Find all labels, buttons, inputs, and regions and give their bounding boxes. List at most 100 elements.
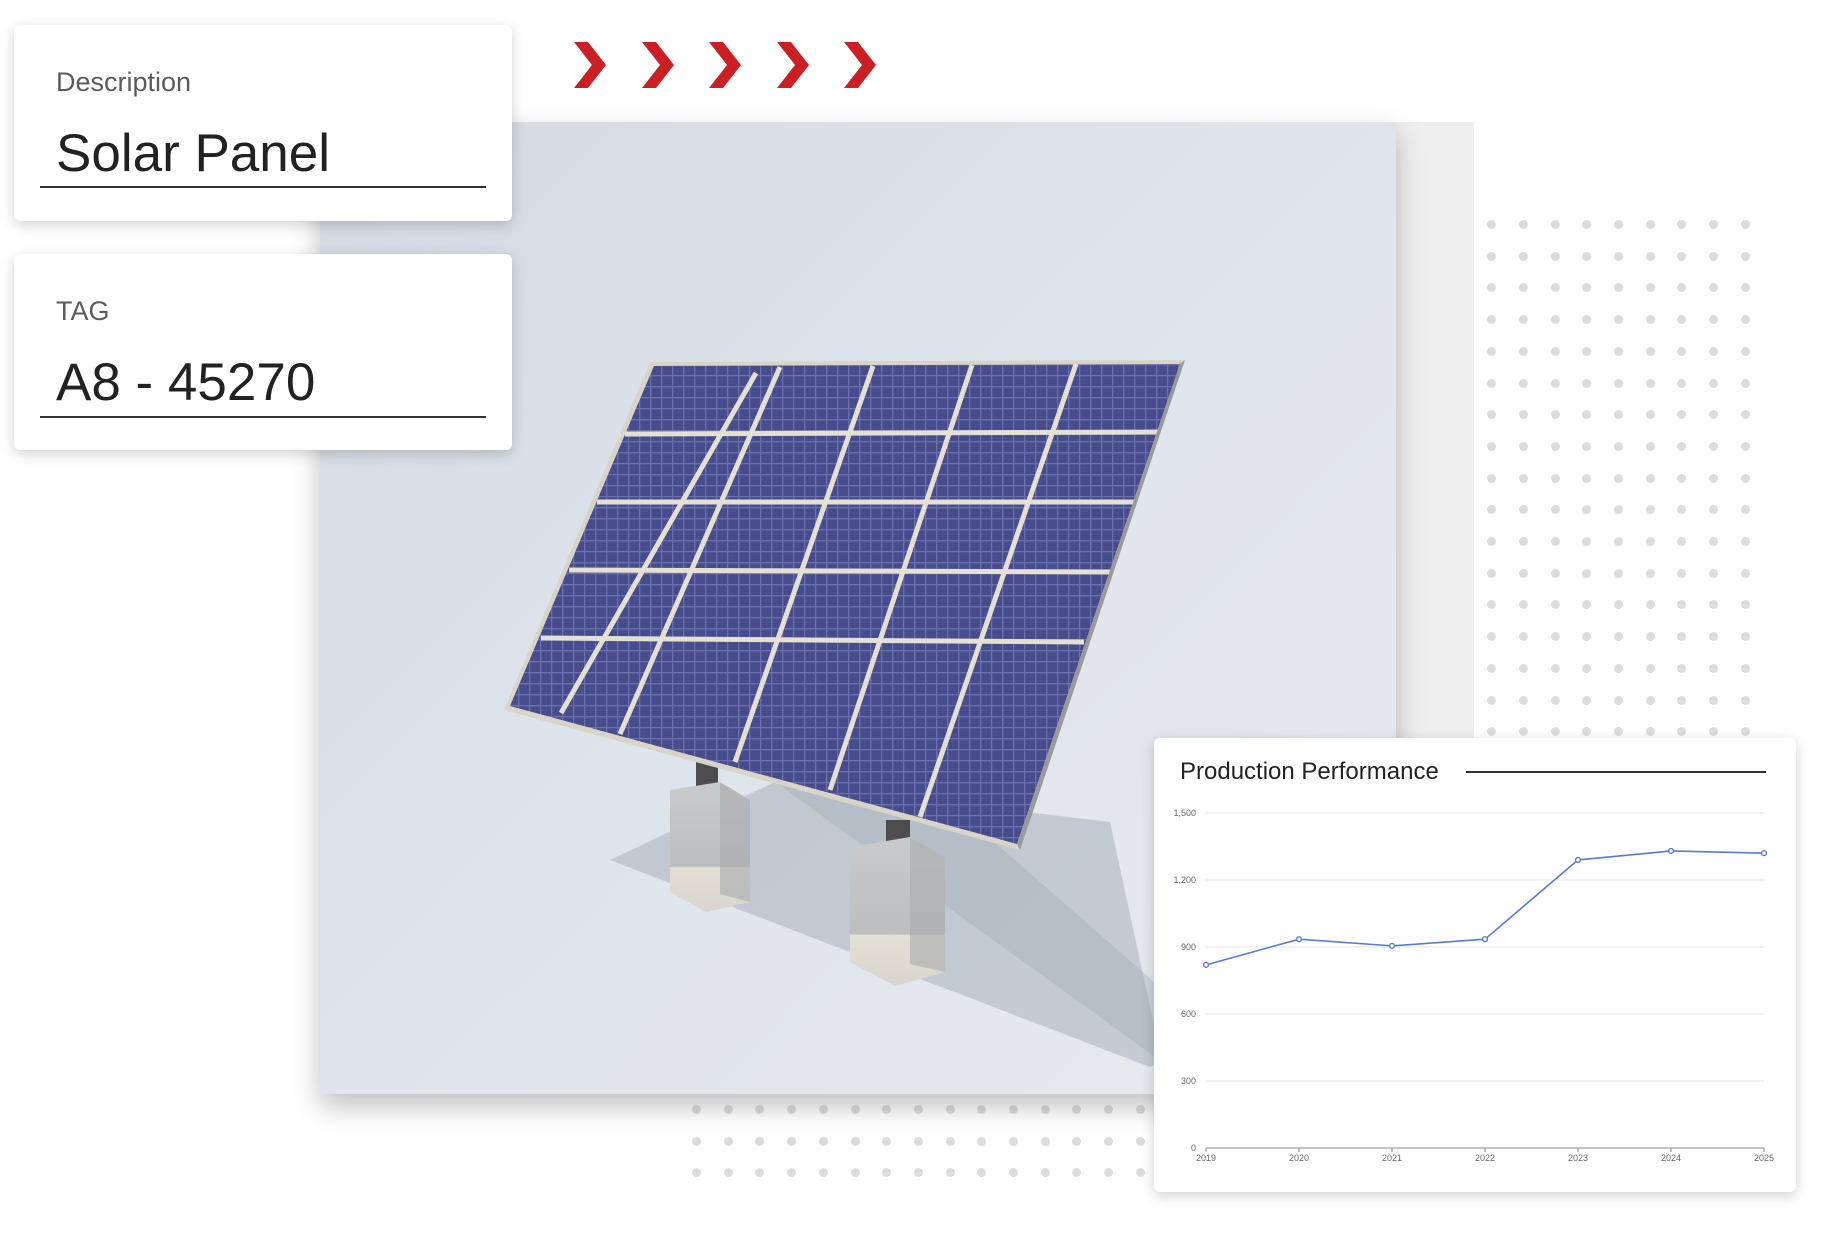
dot <box>1740 600 1750 610</box>
dot <box>1709 283 1718 293</box>
dot <box>1740 568 1750 578</box>
x-tick-label: 2022 <box>1475 1153 1495 1163</box>
x-tick-label: 2025 <box>1754 1153 1774 1163</box>
dot <box>755 1168 765 1178</box>
dot <box>1677 537 1687 546</box>
dot <box>1518 473 1528 483</box>
y-tick-label: 900 <box>1181 942 1196 952</box>
dot <box>1677 632 1687 642</box>
dot <box>1677 283 1687 293</box>
dot <box>1550 441 1560 451</box>
dot <box>1518 315 1528 325</box>
dot <box>1740 346 1750 356</box>
dot <box>1709 220 1718 229</box>
dot <box>1677 410 1687 420</box>
dot <box>1582 378 1592 388</box>
dot <box>723 1168 733 1178</box>
dot <box>1104 1168 1114 1178</box>
dot <box>1518 568 1528 578</box>
dot <box>1487 441 1497 451</box>
y-tick-label: 1,500 <box>1173 808 1196 818</box>
dot <box>1677 378 1687 388</box>
dot <box>1645 441 1655 451</box>
dot <box>1740 632 1750 642</box>
dot <box>1550 505 1560 515</box>
dot <box>1582 600 1592 610</box>
dot <box>1582 568 1592 578</box>
x-tick-label: 2024 <box>1661 1153 1681 1163</box>
dot <box>1550 727 1560 737</box>
dot <box>1709 410 1718 420</box>
dot <box>1645 505 1655 515</box>
dot <box>1645 695 1655 705</box>
dot <box>1487 600 1497 610</box>
dot <box>1645 378 1655 388</box>
dot <box>1487 283 1497 293</box>
dot <box>1740 251 1750 261</box>
dot <box>1135 1105 1145 1114</box>
dot <box>1645 346 1655 356</box>
dot <box>1677 473 1687 483</box>
dot <box>1645 632 1655 642</box>
dot <box>1487 505 1497 515</box>
dot <box>1645 600 1655 610</box>
dot <box>1550 315 1560 325</box>
dot <box>1709 727 1718 737</box>
dot <box>1677 315 1687 325</box>
dot <box>1677 695 1687 705</box>
dot <box>1550 568 1560 578</box>
dot <box>1709 251 1718 261</box>
chevron-right-icon <box>574 42 606 88</box>
dot <box>1009 1168 1018 1178</box>
dot <box>1518 441 1528 451</box>
dot <box>1709 600 1718 610</box>
dot <box>913 1168 923 1178</box>
dot <box>1740 663 1750 673</box>
dot <box>1740 220 1750 229</box>
dot <box>977 1105 987 1114</box>
dot <box>1677 251 1687 261</box>
dot <box>1613 410 1623 420</box>
dot <box>723 1105 733 1114</box>
description-value: Solar Panel <box>56 124 331 183</box>
dot <box>1518 220 1528 229</box>
dot <box>850 1105 860 1114</box>
y-tick-label: 600 <box>1181 1009 1196 1019</box>
dot <box>945 1105 955 1114</box>
dot <box>1582 537 1592 546</box>
dot <box>882 1136 892 1146</box>
dot <box>1582 441 1592 451</box>
dot <box>755 1105 765 1114</box>
dot <box>850 1136 860 1146</box>
dot <box>1613 663 1623 673</box>
tag-label: TAG <box>56 296 110 326</box>
dot <box>1487 220 1497 229</box>
dot <box>1677 505 1687 515</box>
dot <box>1709 473 1718 483</box>
dot <box>818 1168 828 1178</box>
dot <box>1550 663 1560 673</box>
dot <box>1040 1168 1050 1178</box>
series-line <box>1205 850 1765 966</box>
dot <box>1104 1136 1114 1146</box>
dot <box>1613 505 1623 515</box>
dot <box>1740 378 1750 388</box>
dot <box>1518 251 1528 261</box>
data-point <box>1667 847 1675 855</box>
dot <box>1487 410 1497 420</box>
dot <box>1613 346 1623 356</box>
dot <box>1677 727 1687 737</box>
data-point <box>1388 942 1396 949</box>
dot <box>1740 283 1750 293</box>
dot <box>1072 1168 1082 1178</box>
dot <box>787 1136 797 1146</box>
dot <box>882 1105 892 1114</box>
dot <box>1582 505 1592 515</box>
dot <box>1645 568 1655 578</box>
dot <box>1487 251 1497 261</box>
dot <box>1740 315 1750 325</box>
dot <box>1613 727 1623 737</box>
description-underline <box>40 186 486 188</box>
dot <box>1740 727 1750 737</box>
dot <box>1645 410 1655 420</box>
